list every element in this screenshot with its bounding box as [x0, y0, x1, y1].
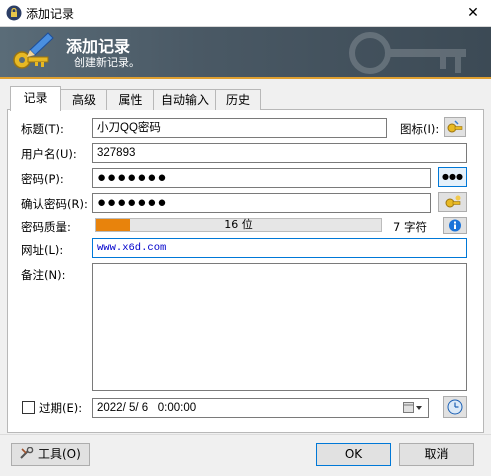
expires-date-input[interactable]: 2022/ 5/ 6 0:00:00: [92, 398, 429, 418]
close-button[interactable]: ✕: [458, 2, 488, 24]
url-label: 网址(L):: [21, 243, 64, 257]
password-label: 密码(P):: [21, 172, 64, 186]
url-input[interactable]: www.x6d.com: [92, 238, 467, 258]
quality-info-button[interactable]: [443, 217, 467, 234]
tools-button[interactable]: 工具(O): [11, 443, 90, 466]
expires-date-value: 2022/ 5/ 6 0:00:00: [97, 402, 197, 414]
calendar-dropdown-icon: [403, 402, 422, 413]
username-input[interactable]: 327893: [92, 143, 467, 163]
tools-button-label: 工具(O): [38, 447, 81, 461]
generator-icon: [445, 195, 461, 208]
bottom-separator: [0, 434, 491, 435]
ok-button[interactable]: OK: [316, 443, 391, 466]
key-watermark-icon: [349, 32, 466, 74]
tab-history[interactable]: 历史: [215, 89, 261, 110]
close-icon: ✕: [467, 5, 479, 21]
icon-label: 图标(I):: [400, 122, 440, 136]
password-input[interactable]: ●●●●●●●: [92, 168, 431, 188]
tab-advanced[interactable]: 高级: [60, 89, 108, 110]
tab-properties[interactable]: 属性: [106, 89, 155, 110]
info-icon: [449, 219, 461, 232]
quality-label: 密码质量:: [21, 220, 71, 234]
notes-label: 备注(N):: [21, 268, 66, 282]
expires-presets-button[interactable]: [443, 396, 467, 418]
key-icon: [447, 120, 463, 133]
calendar-dropdown-button[interactable]: [403, 402, 423, 414]
title-input[interactable]: 小刀QQ密码: [92, 118, 387, 138]
banner-divider: [0, 77, 491, 79]
clock-icon: [447, 399, 463, 415]
tab-auto-type[interactable]: 自动输入: [153, 89, 217, 110]
tab-record[interactable]: 记录: [10, 86, 61, 111]
toggle-password-visibility-button[interactable]: ●●●: [438, 167, 467, 187]
expires-checkbox[interactable]: [22, 401, 35, 414]
quality-bar: 16 位: [95, 218, 382, 232]
expires-label: 过期(E):: [39, 401, 83, 415]
banner-subtitle: 创建新记录。: [74, 56, 140, 69]
quality-chars-text: 7 字符: [393, 220, 427, 234]
password-generator-button[interactable]: [438, 192, 467, 212]
title-bar: 添加记录 ✕: [0, 0, 491, 27]
cancel-button[interactable]: 取消: [399, 443, 474, 466]
dots-icon: ●●●: [442, 172, 463, 181]
icon-picker-button[interactable]: [444, 117, 466, 137]
quality-bits-text: 16 位: [224, 218, 253, 231]
window-title: 添加记录: [26, 7, 75, 21]
title-label: 标题(T):: [21, 122, 64, 136]
header-banner: 添加记录 创建新记录。: [0, 27, 491, 77]
confirm-password-input[interactable]: ●●●●●●●: [92, 193, 431, 213]
key-pencil-icon: [13, 32, 54, 69]
notes-textarea[interactable]: [92, 263, 467, 391]
username-label: 用户名(U):: [21, 147, 77, 161]
tools-icon: [20, 446, 34, 459]
confirm-password-label: 确认密码(R):: [21, 197, 88, 211]
lock-icon: [6, 5, 22, 21]
